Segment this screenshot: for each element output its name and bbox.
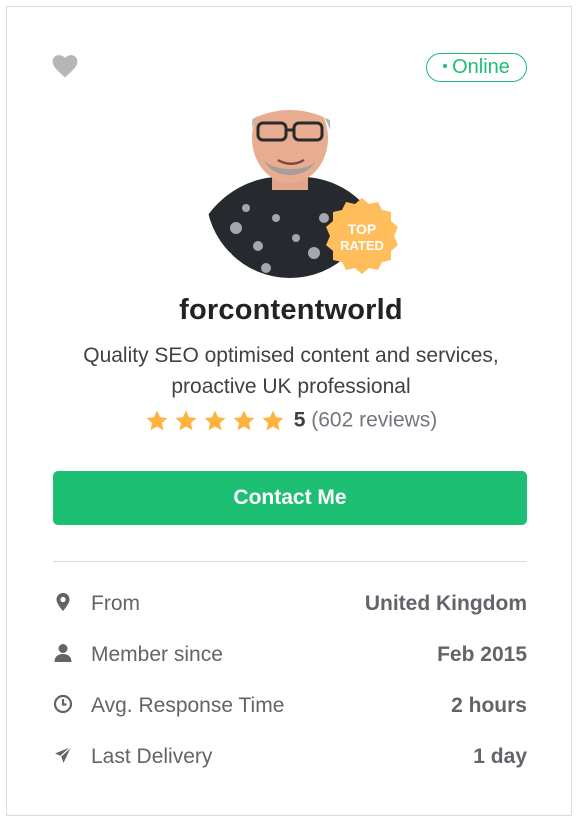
tagline-line2: proactive UK professional <box>171 375 411 398</box>
stat-value: Feb 2015 <box>437 643 527 666</box>
rating-row[interactable]: 5 (602 reviews) <box>0 408 582 433</box>
stat-label: From <box>91 592 140 615</box>
stat-label: Avg. Response Time <box>91 694 285 717</box>
contact-me-button[interactable]: Contact Me <box>53 471 527 525</box>
stat-value: 2 hours <box>451 694 527 717</box>
paper-plane-icon <box>55 746 72 763</box>
stat-row-response-time: Avg. Response Time 2 hours <box>53 688 527 739</box>
tagline-line1: Quality SEO optimised content and servic… <box>83 344 499 367</box>
star-icon <box>204 410 226 430</box>
heart-icon[interactable] <box>52 54 78 78</box>
rating-score: 5 <box>293 408 306 432</box>
badge-line2: RATED <box>340 238 384 253</box>
star-icon <box>262 410 284 430</box>
star-icon <box>175 410 197 430</box>
review-count: (602 reviews) <box>311 408 438 432</box>
top-rated-badge: TOP RATED <box>326 198 398 274</box>
stat-value: 1 day <box>473 745 527 768</box>
status-label: Online <box>452 56 510 78</box>
star-rating <box>145 408 290 432</box>
stat-row-from: From United Kingdom <box>53 586 527 637</box>
clock-icon <box>53 694 73 714</box>
stat-row-last-delivery: Last Delivery 1 day <box>53 739 527 790</box>
user-icon <box>54 644 72 662</box>
stat-label: Last Delivery <box>91 745 213 768</box>
status-dot-icon <box>443 64 448 69</box>
star-icon <box>233 410 255 430</box>
location-pin-icon <box>56 593 70 611</box>
badge-line1: TOP <box>348 221 377 237</box>
star-icon <box>146 410 168 430</box>
stat-value: United Kingdom <box>364 592 527 615</box>
stat-label: Member since <box>91 643 223 666</box>
seller-tagline: Quality SEO optimised content and servic… <box>40 340 542 402</box>
stat-row-member-since: Member since Feb 2015 <box>53 637 527 688</box>
seller-username[interactable]: forcontentworld <box>0 294 582 327</box>
seller-stats: From United Kingdom Member since Feb 201… <box>53 586 527 790</box>
online-status-badge: Online <box>426 53 527 82</box>
divider <box>53 561 527 562</box>
